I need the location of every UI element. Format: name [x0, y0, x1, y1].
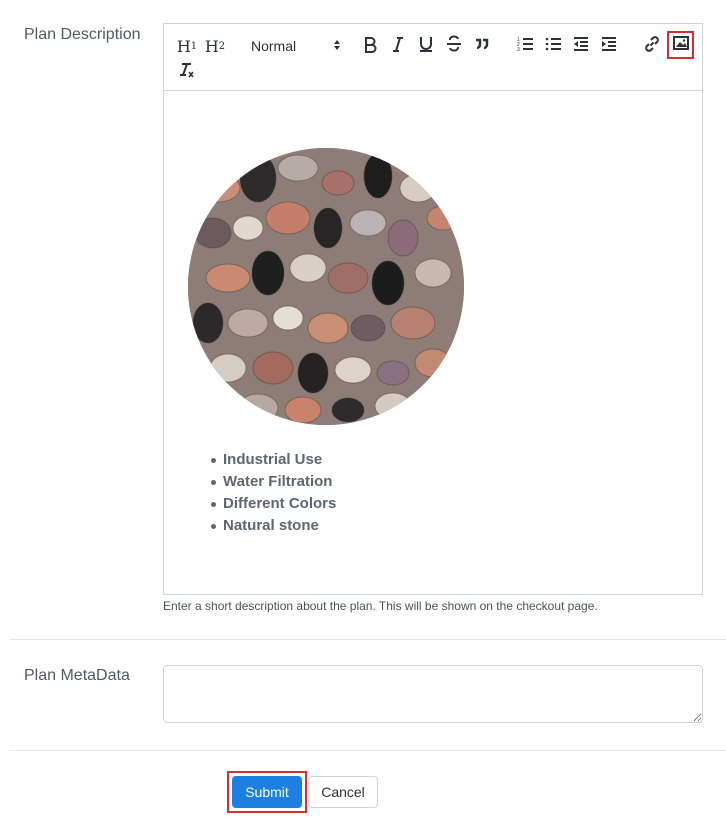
heading-2-number: 2	[218, 40, 226, 52]
plan-metadata-label: Plan MetaData	[24, 667, 130, 684]
ordered-list-button[interactable]: 123	[516, 35, 534, 57]
ordered-list-icon: 123	[516, 35, 534, 57]
list-item: Different Colors	[209, 493, 336, 515]
bold-button[interactable]	[361, 35, 379, 57]
outdent-icon	[572, 35, 590, 57]
format-select-value: Normal	[251, 38, 297, 54]
heading-1-button[interactable]: H1	[177, 35, 197, 57]
plan-metadata-input[interactable]	[163, 665, 703, 723]
description-helper-text: Enter a short description about the plan…	[163, 599, 598, 613]
indent-icon	[600, 35, 618, 57]
list-item: Industrial Use	[209, 449, 336, 471]
clear-format-icon	[177, 61, 195, 83]
link-icon	[643, 35, 661, 57]
heading-2-letter: H	[204, 36, 219, 56]
rich-text-editor[interactable]: H1 H2 Normal 123 Industrial Use Water Fi…	[163, 23, 703, 595]
svg-text:3: 3	[517, 47, 520, 53]
format-select[interactable]: Normal	[251, 35, 341, 57]
underline-icon	[417, 35, 435, 57]
divider	[10, 639, 726, 640]
strike-icon	[445, 35, 463, 57]
image-button[interactable]	[667, 31, 694, 59]
submit-highlight: Submit	[227, 771, 307, 813]
indent-button[interactable]	[600, 35, 618, 57]
bold-icon	[361, 35, 379, 57]
submit-button[interactable]: Submit	[232, 776, 302, 808]
blockquote-button[interactable]	[473, 35, 491, 57]
select-arrows-icon	[333, 38, 341, 54]
divider	[10, 750, 726, 751]
feature-list: Industrial Use Water Filtration Differen…	[209, 449, 336, 537]
strike-button[interactable]	[445, 35, 463, 57]
heading-1-number: 1	[190, 40, 198, 52]
editor-content[interactable]: Industrial Use Water Filtration Differen…	[164, 92, 702, 594]
bullet-list-button[interactable]	[544, 35, 562, 57]
image-icon	[672, 34, 690, 56]
blockquote-icon	[473, 35, 491, 57]
heading-1-letter: H	[176, 36, 191, 56]
cancel-button[interactable]: Cancel	[308, 776, 378, 808]
underline-button[interactable]	[417, 35, 435, 57]
clear-format-button[interactable]	[177, 61, 195, 83]
pebble-stones-image	[188, 148, 464, 425]
bullet-list-icon	[544, 35, 562, 57]
italic-button[interactable]	[389, 35, 407, 57]
list-item: Natural stone	[209, 515, 336, 537]
plan-description-label: Plan Description	[24, 26, 141, 43]
editor-toolbar: H1 H2 Normal 123	[164, 24, 702, 91]
heading-2-button[interactable]: H2	[205, 35, 225, 57]
outdent-button[interactable]	[572, 35, 590, 57]
link-button[interactable]	[643, 35, 661, 57]
italic-icon	[389, 35, 407, 57]
list-item: Water Filtration	[209, 471, 336, 493]
